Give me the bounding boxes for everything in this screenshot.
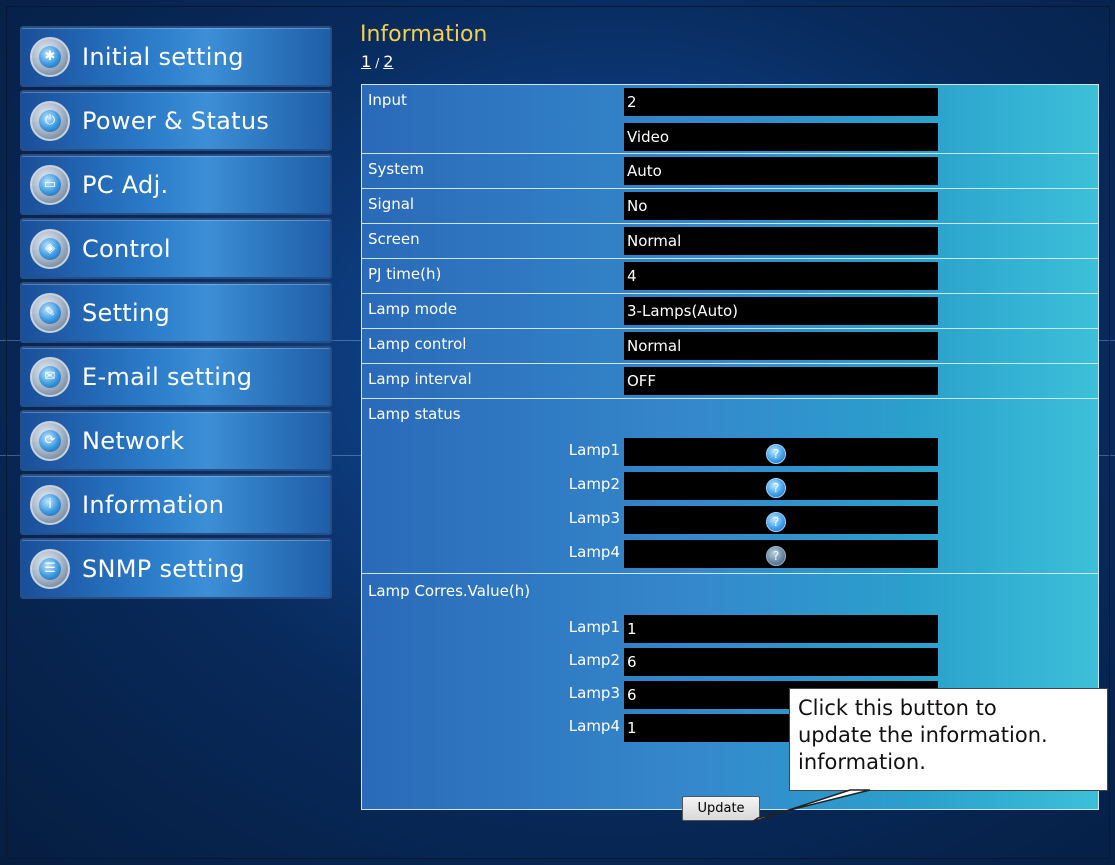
callout-pointer-shape [751,789,871,823]
callout-pointer [751,789,871,823]
